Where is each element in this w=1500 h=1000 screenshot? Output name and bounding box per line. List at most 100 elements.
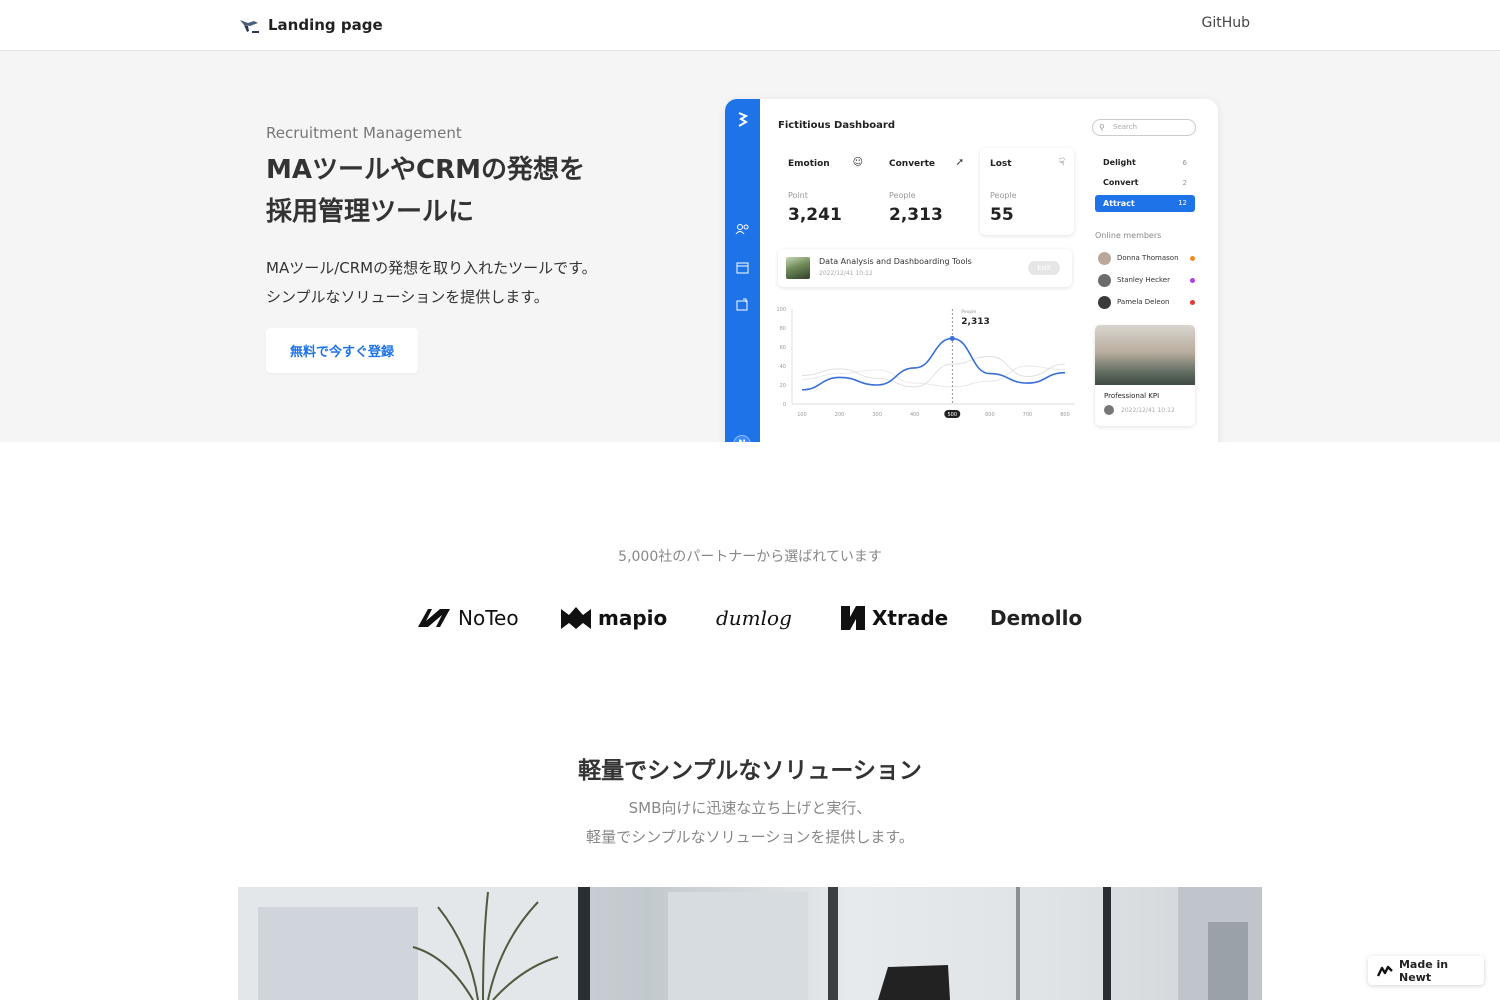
share-icon: [736, 298, 748, 311]
online-members-label: Online members: [1095, 231, 1162, 240]
newt-logo-icon: [1377, 965, 1393, 977]
avatar: [1104, 405, 1114, 415]
users-icon: [735, 224, 749, 235]
y-tick-label: 60: [780, 345, 786, 351]
card-value: 2,313: [889, 205, 943, 225]
solution-desc-line2: 軽量でシンプルなソリューションを提供します。: [586, 828, 914, 846]
member-name: Pamela Deleon: [1117, 298, 1170, 306]
category-item: Delight 6: [1095, 153, 1195, 173]
x-tick-label: 500: [948, 412, 958, 418]
x-tick-label: 400: [910, 412, 920, 418]
dashboard-sidebar: N: [725, 99, 760, 442]
hero-desc-line2: シンプルなソリューションを提供します。: [266, 288, 549, 306]
avatar: [1098, 274, 1111, 287]
member-name: Stanley Hecker: [1117, 276, 1170, 284]
solution-title: 軽量でシンプルなソリューション: [578, 758, 922, 784]
card-label: Converte: [889, 159, 936, 169]
partner-name: dumlog: [716, 606, 792, 630]
calendar-icon: [736, 262, 749, 274]
thumbs-down-icon: ☟: [1058, 157, 1065, 168]
status-dot: [1190, 256, 1195, 261]
partner-logo-demollo: Demollo: [990, 598, 1082, 638]
x-tick-label: 100: [797, 412, 807, 418]
status-dot: [1190, 278, 1195, 283]
card-emotion: Emotion ☺ Point 3,241: [778, 148, 872, 235]
partner-logo-mapio: mapio: [560, 598, 667, 638]
card-lost: Lost ☟ People 55: [980, 148, 1074, 235]
rocket-icon: ➚: [955, 157, 964, 168]
partner-logo-noteo: NoTeo: [416, 598, 519, 638]
brand-link[interactable]: Landing page: [238, 14, 383, 36]
search-icon: ⚲: [1099, 123, 1105, 132]
dashboard-title: Fictitious Dashboard: [778, 120, 896, 131]
x-tick-label: 600: [985, 412, 995, 418]
kpi-card: Professional KPI 2022/12/41 10:12: [1095, 325, 1195, 426]
card-converte: Converte ➚ People 2,313: [879, 148, 973, 235]
card-unit: People: [990, 191, 1017, 200]
tooltip-label: People: [961, 309, 976, 315]
brand-name: Landing page: [268, 16, 383, 34]
x-tick-label: 200: [835, 412, 845, 418]
member-row: Stanley Hecker: [1098, 274, 1198, 288]
category-item-active: Attract 12: [1095, 195, 1195, 212]
signup-button[interactable]: 無料で今すぐ登録: [266, 328, 418, 373]
made-in-newt-badge[interactable]: Made in Newt: [1368, 956, 1484, 985]
category-list: Delight 6 Convert 2 Attract 12: [1095, 153, 1195, 212]
task-title: Data Analysis and Dashboarding Tools: [819, 257, 972, 266]
partner-logo-dumlog: dumlog: [716, 598, 792, 638]
solution-description: SMB向けに迅速な立ち上げと実行、 軽量でシンプルなソリューションを提供します。: [0, 794, 1500, 852]
hero-title-line2: 採用管理ツールに: [266, 197, 475, 227]
tooltip-value: 2,313: [961, 317, 989, 327]
category-count: 2: [1182, 179, 1187, 187]
y-tick-label: 80: [780, 326, 786, 332]
site-header: Landing page GitHub: [0, 0, 1500, 51]
card-value: 3,241: [788, 205, 842, 225]
brand-logo-icon: [240, 20, 259, 33]
card-unit: Point: [788, 191, 808, 200]
category-label: Attract: [1103, 199, 1135, 208]
hero-description: MAツール/CRMの発想を取り入れたツールです。 シンプルなソリューションを提供…: [266, 254, 686, 312]
office-photo-illustration: [238, 887, 1262, 1000]
edit-button: Edit: [1028, 261, 1060, 275]
task-date: 2022/12/41 10:12: [819, 270, 873, 277]
member-row: Pamela Deleon: [1098, 296, 1198, 310]
series-line-1: [801, 337, 1066, 391]
partner-logos: NoTeo mapio dumlog Xtrade Demollo: [410, 598, 1090, 638]
dashboard-search: ⚲ Search: [1092, 119, 1196, 136]
category-label: Delight: [1103, 158, 1136, 167]
card-label: Emotion: [788, 159, 830, 169]
task-item: Data Analysis and Dashboarding Tools 202…: [778, 249, 1072, 287]
highlight-point: [949, 335, 955, 341]
category-count: 12: [1178, 199, 1187, 207]
y-tick-label: 0: [783, 402, 786, 408]
x-tick-label: 300: [872, 412, 882, 418]
kpi-date: 2022/12/41 10:12: [1121, 407, 1175, 414]
card-value: 55: [990, 205, 1014, 225]
member-row: Donna Thomason: [1098, 252, 1198, 266]
line-chart: 100806040200100 200 300 400 500 600 700 800Peop…: [776, 307, 1075, 418]
hero-section: Recruitment Management MAツールやCRMの発想を 採用管…: [0, 51, 1500, 442]
hero-subtitle: Recruitment Management: [266, 124, 462, 142]
partner-name: mapio: [598, 606, 668, 630]
member-name: Donna Thomason: [1117, 254, 1179, 262]
category-label: Convert: [1103, 178, 1139, 187]
partner-name: Xtrade: [872, 606, 949, 630]
mapio-logo-icon: [561, 607, 591, 629]
noteo-logo-icon: [418, 609, 450, 627]
y-tick-label: 100: [776, 307, 786, 313]
partner-name: Demollo: [990, 606, 1083, 630]
hero-title-line1: MAツールやCRMの発想を: [266, 155, 585, 185]
y-tick-label: 40: [780, 364, 786, 370]
y-tick-label: 20: [780, 383, 786, 389]
category-item: Convert 2: [1095, 173, 1195, 193]
user-avatar: N: [733, 435, 751, 442]
search-placeholder: Search: [1113, 123, 1138, 131]
hero-desc-line1: MAツール/CRMの発想を取り入れたツールです。: [266, 259, 597, 277]
category-count: 6: [1182, 159, 1187, 167]
office-photo: [238, 887, 1262, 1000]
task-thumbnail: [786, 257, 810, 279]
github-link[interactable]: GitHub: [1201, 15, 1250, 31]
x-tick-label: 800: [1060, 412, 1070, 418]
card-unit: People: [889, 191, 916, 200]
partner-logo-xtrade: Xtrade: [840, 598, 948, 638]
